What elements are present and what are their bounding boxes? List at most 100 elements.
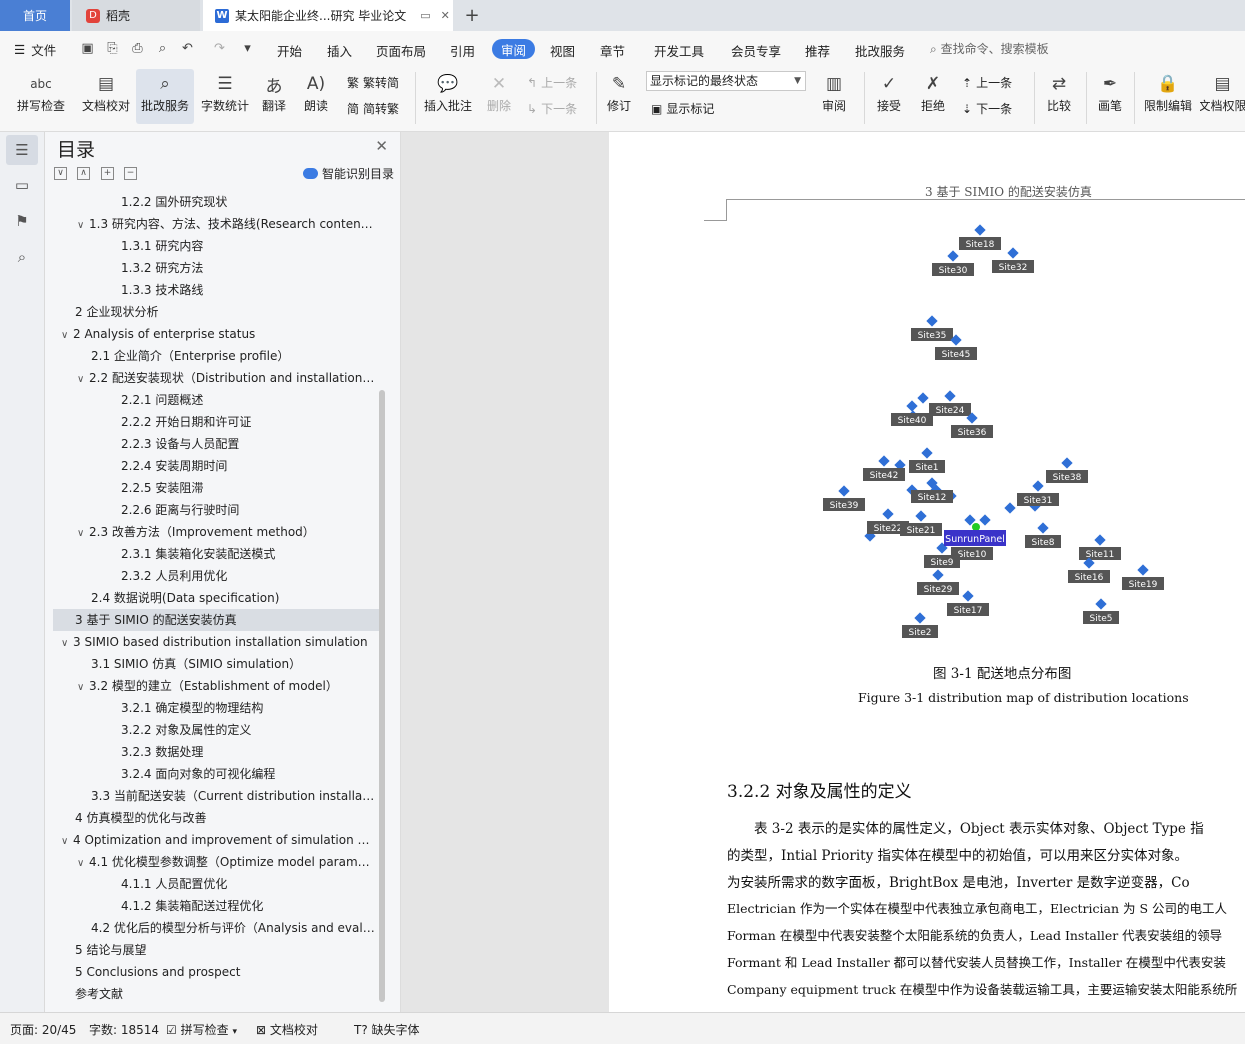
menu-references[interactable]: 引用 (450, 41, 475, 60)
toc-item[interactable]: 3.2.4 面向对象的可视化编程 (53, 763, 383, 785)
prev-comment-button[interactable]: ↰ 上一条 (527, 74, 577, 91)
menu-view[interactable]: 视图 (550, 41, 575, 60)
toc-item[interactable]: 3 基于 SIMIO 的配送安装仿真 (53, 609, 383, 631)
customize-chevron-icon[interactable]: ▾ (240, 41, 255, 56)
read-aloud-button[interactable]: A) 朗读 (298, 71, 334, 114)
toc-item[interactable]: 2.2.4 安装周期时间 (53, 455, 383, 477)
toc-item[interactable]: 参考文献 (53, 983, 383, 1003)
doc-permission-button[interactable]: ▤ 文档权限 (1200, 71, 1245, 114)
toc-item[interactable]: 2.3.1 集装箱化安装配送模式 (53, 543, 383, 565)
toc-item[interactable]: 2 企业现状分析 (53, 301, 383, 323)
toc-item[interactable]: 2.4 数据说明(Data specification) (53, 587, 383, 609)
toc-item[interactable]: 1.3.3 技术路线 (53, 279, 383, 301)
menu-recommend[interactable]: 推荐 (805, 41, 830, 60)
menu-correction[interactable]: 批改服务 (855, 41, 905, 60)
find-icon[interactable]: ⌕ (12, 247, 32, 267)
menu-review[interactable]: 审阅 (492, 39, 535, 59)
toc-item[interactable]: 3.2.1 确定模型的物理结构 (53, 697, 383, 719)
chevron-down-icon[interactable]: ∨ (77, 853, 89, 873)
redo-icon[interactable]: ↷ (212, 41, 227, 56)
doc-proof-status[interactable]: ⊠ 文档校对 (256, 1021, 318, 1038)
insert-comment-button[interactable]: 💬 插入批注 (421, 71, 475, 114)
menu-member[interactable]: 会员专享 (731, 41, 781, 60)
toc-item[interactable]: ∨ 1.3 研究内容、方法、技术路线(Research conten… (53, 213, 383, 235)
toc-item[interactable]: 1.3.2 研究方法 (53, 257, 383, 279)
toc-item[interactable]: 3.3 当前配送安装（Current distribution installa… (53, 785, 383, 807)
toc-item[interactable]: 3.2.2 对象及属性的定义 (53, 719, 383, 741)
toc-item[interactable]: 2.3.2 人员利用优化 (53, 565, 383, 587)
toc-item[interactable]: ∨ 4 Optimization and improvement of simul… (53, 829, 383, 851)
menu-dev-tools[interactable]: 开发工具 (654, 41, 704, 60)
compare-button[interactable]: ⇄ 比较 (1040, 71, 1078, 114)
toc-item[interactable]: 4 仿真模型的优化与改善 (53, 807, 383, 829)
chevron-down-icon[interactable]: ∨ (77, 369, 89, 389)
expand-up-icon[interactable]: ∧ (77, 167, 90, 180)
menu-page-layout[interactable]: 页面布局 (376, 41, 426, 60)
toc-item[interactable]: ∨ 3.2 模型的建立（Establishment of model） (53, 675, 383, 697)
review-pane-button[interactable]: ▥ 审阅 (814, 71, 854, 114)
markup-state-select[interactable]: 显示标记的最终状态 ▼ (646, 71, 806, 91)
toc-item[interactable]: 4.2 优化后的模型分析与评价（Analysis and eval… (53, 917, 383, 939)
file-menu[interactable]: ☰ 文件 (14, 40, 56, 59)
bookmark-icon[interactable]: ⚑ (12, 211, 32, 231)
toc-item[interactable]: 3.2.3 数据处理 (53, 741, 383, 763)
collapse-all-icon[interactable]: ∨ (54, 167, 67, 180)
toc-item[interactable]: ∨ 2.3 改善方法（Improvement method） (53, 521, 383, 543)
toc-item[interactable]: ∨ 2 Analysis of enterprise status (53, 323, 383, 345)
correction-service-button[interactable]: ⌕ 批改服务 (136, 69, 194, 124)
restrict-edit-button[interactable]: 🔒 限制编辑 (1140, 71, 1196, 114)
delete-comment-button[interactable]: ✕ 删除 (480, 71, 518, 114)
remove-heading-icon[interactable]: − (124, 167, 137, 180)
toc-item[interactable]: ∨ 2.2 配送安装现状（Distribution and installatio… (53, 367, 383, 389)
print-icon[interactable]: ⎙ (130, 41, 145, 56)
export-pdf-icon[interactable]: ⎘ (105, 41, 120, 56)
tab-daoke[interactable]: D 稻壳 (72, 0, 200, 31)
chevron-down-icon[interactable]: ∨ (61, 831, 73, 851)
show-markup-button[interactable]: ▣ 显示标记 (651, 100, 714, 117)
toc-item[interactable]: 4.1.1 人员配置优化 (53, 873, 383, 895)
chevron-down-icon[interactable]: ∨ (77, 523, 89, 543)
toc-item[interactable]: 3.1 SIMIO 仿真（SIMIO simulation） (53, 653, 383, 675)
toc-item[interactable]: 4.1.2 集装箱配送过程优化 (53, 895, 383, 917)
ink-button[interactable]: ✒ 画笔 (1092, 71, 1128, 114)
toc-item[interactable]: 2.2.6 距离与行驶时间 (53, 499, 383, 521)
close-icon[interactable]: ✕ (375, 137, 388, 155)
prev-change-button[interactable]: ⇡ 上一条 (962, 74, 1012, 91)
menu-chapter[interactable]: 章节 (600, 41, 625, 60)
trad-to-simp-button[interactable]: 繁繁转简 (347, 74, 399, 91)
new-tab-button[interactable]: + (460, 0, 484, 31)
next-comment-button[interactable]: ↳ 下一条 (527, 100, 577, 117)
accept-button[interactable]: ✓ 接受 (870, 71, 908, 114)
next-change-button[interactable]: ⇣ 下一条 (962, 100, 1012, 117)
toc-item[interactable]: 2.2.1 问题概述 (53, 389, 383, 411)
chevron-down-icon[interactable]: ∨ (61, 325, 73, 345)
reject-button[interactable]: ✗ 拒绝 (914, 71, 952, 114)
toc-item[interactable]: 1.3.1 研究内容 (53, 235, 383, 257)
toc-item[interactable]: ∨ 3 SIMIO based distribution installation… (53, 631, 383, 653)
undo-icon[interactable]: ↶ (180, 41, 195, 56)
word-count-button[interactable]: ☰ 字数统计 (198, 71, 252, 114)
tab-document[interactable]: W 某太阳能企业终...研究 毕业论文 ▭ ✕ (203, 0, 453, 31)
toc-scrollbar[interactable] (379, 390, 385, 1002)
print-preview-icon[interactable]: ⌕ (155, 41, 170, 56)
chevron-down-icon[interactable]: ∨ (77, 677, 89, 697)
save-icon[interactable]: ▣ (80, 41, 95, 56)
menu-insert[interactable]: 插入 (327, 41, 352, 60)
toc-item[interactable]: 2.2.3 设备与人员配置 (53, 433, 383, 455)
toc-item[interactable]: 1.2.2 国外研究现状 (53, 191, 383, 213)
window-icon[interactable]: ▭ (420, 9, 430, 22)
toc-item[interactable]: 2.2.5 安装阻滞 (53, 477, 383, 499)
toc-item[interactable]: 2.1 企业简介（Enterprise profile） (53, 345, 383, 367)
smart-toc-button[interactable]: 智能识别目录 (303, 165, 394, 182)
close-tab-icon[interactable]: ✕ (441, 9, 450, 22)
toc-item[interactable]: 5 Conclusions and prospect (53, 961, 383, 983)
add-heading-icon[interactable]: + (101, 167, 114, 180)
tab-home[interactable]: 首页 (0, 0, 70, 31)
toc-item[interactable]: 5 结论与展望 (53, 939, 383, 961)
simp-to-trad-button[interactable]: 简简转繁 (347, 100, 399, 117)
chapter-nav-icon[interactable]: ▭ (12, 175, 32, 195)
translate-button[interactable]: あ 翻译 (256, 71, 292, 114)
command-search[interactable]: ⌕ 查找命令、搜索模板 (930, 40, 1049, 57)
toc-item[interactable]: ∨ 4.1 优化模型参数调整（Optimize model param… (53, 851, 383, 873)
word-count-indicator[interactable]: 字数: 18514 (89, 1021, 159, 1038)
